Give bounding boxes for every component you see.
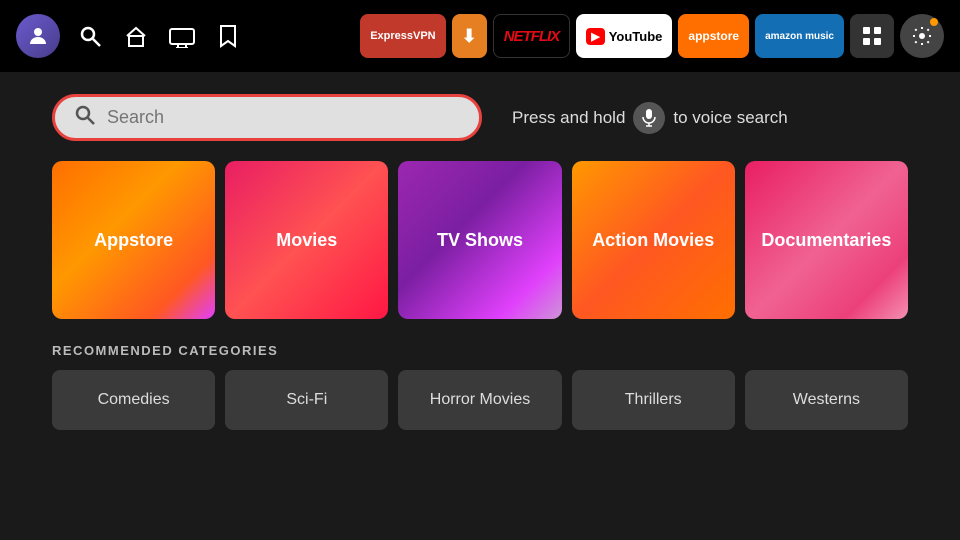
- search-input[interactable]: [107, 107, 459, 128]
- search-section: Press and hold to voice search: [0, 72, 960, 161]
- category-movies[interactable]: Movies: [225, 161, 388, 319]
- category-tvshows[interactable]: TV Shows: [398, 161, 561, 319]
- amazonmusic-button[interactable]: amazon music: [755, 14, 844, 58]
- settings-button[interactable]: [900, 14, 944, 58]
- downloader-button[interactable]: ⬇: [452, 14, 487, 58]
- expressvpn-button[interactable]: ExpressVPN: [360, 14, 445, 58]
- category-appstore[interactable]: Appstore: [52, 161, 215, 319]
- voice-search-hint: Press and hold to voice search: [512, 102, 908, 134]
- user-avatar[interactable]: [16, 14, 60, 58]
- rec-thrillers[interactable]: Thrillers: [572, 370, 735, 430]
- top-nav: ExpressVPN ⬇ NETFLIX ▶ YouTube appstore …: [0, 0, 960, 72]
- category-action[interactable]: Action Movies: [572, 161, 735, 319]
- recommended-section: RECOMMENDED CATEGORIES Comedies Sci-Fi H…: [0, 343, 960, 430]
- grid-button[interactable]: [850, 14, 894, 58]
- settings-notification-dot: [930, 18, 938, 26]
- search-bar[interactable]: [52, 94, 482, 141]
- netflix-button[interactable]: NETFLIX: [493, 14, 571, 58]
- nav-left-icons: [16, 14, 244, 58]
- categories-grid: Appstore Movies TV Shows Action Movies D…: [0, 161, 960, 319]
- tv-icon[interactable]: [166, 20, 198, 52]
- rec-westerns[interactable]: Westerns: [745, 370, 908, 430]
- appstore-nav-button[interactable]: appstore: [678, 14, 749, 58]
- rec-scifi[interactable]: Sci-Fi: [225, 370, 388, 430]
- nav-apps: ExpressVPN ⬇ NETFLIX ▶ YouTube appstore …: [360, 14, 944, 58]
- microphone-icon: [633, 102, 665, 134]
- category-documentaries[interactable]: Documentaries: [745, 161, 908, 319]
- search-nav-icon[interactable]: [74, 20, 106, 52]
- youtube-button[interactable]: ▶ YouTube: [576, 14, 672, 58]
- home-icon[interactable]: [120, 20, 152, 52]
- rec-comedies[interactable]: Comedies: [52, 370, 215, 430]
- recommended-title: RECOMMENDED CATEGORIES: [52, 343, 908, 358]
- search-icon: [75, 105, 95, 130]
- bookmark-icon[interactable]: [212, 20, 244, 52]
- recommended-grid: Comedies Sci-Fi Horror Movies Thrillers …: [52, 370, 908, 430]
- rec-horror[interactable]: Horror Movies: [398, 370, 561, 430]
